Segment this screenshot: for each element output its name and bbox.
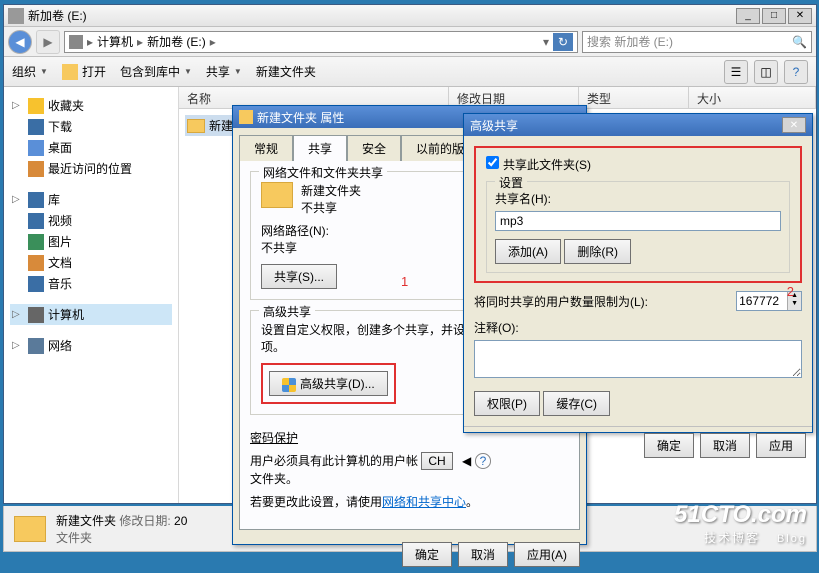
folder-icon bbox=[239, 110, 253, 124]
col-type[interactable]: 类型 bbox=[579, 87, 689, 108]
sidebar-desktop[interactable]: 桌面 bbox=[10, 137, 172, 158]
ch-button[interactable]: CH bbox=[421, 452, 452, 470]
dialog-title: 高级共享 bbox=[470, 117, 782, 134]
navbar: ◀ ▶ ▸ 计算机 ▸ 新加卷 (E:) ▸ ▾ ↻ 搜索 新加卷 (E:) 🔍 bbox=[4, 27, 816, 57]
cancel-button[interactable]: 取消 bbox=[458, 542, 508, 567]
sidebar-documents[interactable]: 文档 bbox=[10, 252, 172, 273]
download-icon bbox=[28, 119, 44, 135]
ok-button[interactable]: 确定 bbox=[644, 433, 694, 458]
sidebar-downloads[interactable]: 下载 bbox=[10, 116, 172, 137]
favorites-icon bbox=[28, 98, 44, 114]
tab-sharing[interactable]: 共享 bbox=[293, 135, 347, 161]
sidebar-videos[interactable]: 视频 bbox=[10, 210, 172, 231]
remove-button[interactable]: 删除(R) bbox=[564, 239, 631, 264]
music-icon bbox=[28, 276, 44, 292]
maximize-button[interactable]: □ bbox=[762, 8, 786, 24]
sidebar: ▷收藏夹 下载 桌面 最近访问的位置 ▷库 视频 图片 文档 音乐 ▷计算机 ▷… bbox=[4, 87, 179, 503]
picture-icon bbox=[28, 234, 44, 250]
apply-button[interactable]: 应用(A) bbox=[514, 542, 580, 567]
permissions-button[interactable]: 权限(P) bbox=[474, 391, 540, 416]
search-placeholder: 搜索 新加卷 (E:) bbox=[587, 33, 673, 50]
tab-security[interactable]: 安全 bbox=[347, 135, 401, 161]
computer-icon bbox=[28, 307, 44, 323]
sidebar-network[interactable]: ▷网络 bbox=[10, 335, 172, 356]
status-name: 新建文件夹 bbox=[56, 514, 116, 528]
share-name: 新建文件夹 bbox=[301, 182, 361, 199]
folder-icon bbox=[14, 516, 46, 542]
cancel-button[interactable]: 取消 bbox=[700, 433, 750, 458]
open-button[interactable]: 打开 bbox=[62, 63, 106, 80]
advanced-share-button[interactable]: 高级共享(D)... bbox=[269, 371, 388, 396]
include-button[interactable]: 包含到库中▼ bbox=[120, 63, 192, 80]
share-button[interactable]: 共享▼ bbox=[206, 63, 242, 80]
advanced-sharing-dialog: 高级共享 ✕ 共享此文件夹(S) 设置 共享名(H): 添加(A) 删除(R) … bbox=[463, 113, 813, 433]
toolbar: 组织▼ 打开 包含到库中▼ 共享▼ 新建文件夹 ☰ ◫ ? bbox=[4, 57, 816, 87]
share-checkbox-row[interactable]: 共享此文件夹(S) bbox=[486, 158, 591, 172]
sharename-label: 共享名(H): bbox=[495, 190, 781, 207]
view-button[interactable]: ☰ bbox=[724, 60, 748, 84]
highlighted-region: 共享此文件夹(S) 设置 共享名(H): 添加(A) 删除(R) 2 bbox=[474, 146, 802, 283]
ok-button[interactable]: 确定 bbox=[402, 542, 452, 567]
organize-button[interactable]: 组织▼ bbox=[12, 63, 48, 80]
cache-button[interactable]: 缓存(C) bbox=[543, 391, 610, 416]
drive-icon bbox=[69, 35, 83, 49]
desktop-icon bbox=[28, 140, 44, 156]
shield-icon bbox=[282, 378, 296, 392]
help-button[interactable]: ? bbox=[784, 60, 808, 84]
folder-icon bbox=[261, 182, 293, 208]
watermark: 51CTO.com 技术博客 Blog bbox=[674, 501, 807, 546]
search-icon[interactable]: 🔍 bbox=[792, 35, 807, 49]
titlebar: 新加卷 (E:) _ □ ✕ bbox=[4, 5, 816, 27]
comment-input[interactable] bbox=[474, 340, 802, 378]
status-type: 文件夹 bbox=[56, 529, 187, 546]
annotation-2: 2 bbox=[787, 284, 794, 299]
dialog-title: 新建文件夹 属性 bbox=[257, 109, 344, 126]
document-icon bbox=[28, 255, 44, 271]
recent-icon bbox=[28, 161, 44, 177]
dialog-buttons: 确定 取消 应用(A) bbox=[233, 536, 586, 573]
spin-down[interactable]: ▼ bbox=[788, 300, 801, 308]
close-button[interactable]: ✕ bbox=[788, 8, 812, 24]
drive-icon bbox=[8, 8, 24, 24]
search-input[interactable]: 搜索 新加卷 (E:) 🔍 bbox=[582, 31, 812, 53]
close-button[interactable]: ✕ bbox=[782, 117, 806, 133]
newfolder-button[interactable]: 新建文件夹 bbox=[256, 63, 316, 80]
sidebar-favorites[interactable]: ▷收藏夹 bbox=[10, 95, 172, 116]
window-title: 新加卷 (E:) bbox=[28, 7, 736, 24]
user-limit-label: 将同时共享的用户数量限制为(L): bbox=[474, 293, 728, 310]
forward-button[interactable]: ▶ bbox=[36, 30, 60, 54]
refresh-button[interactable]: ↻ bbox=[553, 33, 573, 51]
folder-icon bbox=[62, 64, 78, 80]
sidebar-music[interactable]: 音乐 bbox=[10, 273, 172, 294]
sidebar-libraries[interactable]: ▷库 bbox=[10, 189, 172, 210]
share-folder-checkbox[interactable] bbox=[486, 156, 499, 169]
back-button[interactable]: ◀ bbox=[8, 30, 32, 54]
library-icon bbox=[28, 192, 44, 208]
sharename-input[interactable] bbox=[495, 211, 781, 231]
add-button[interactable]: 添加(A) bbox=[495, 239, 561, 264]
comment-label: 注释(O): bbox=[474, 319, 802, 336]
dialog-titlebar[interactable]: 高级共享 ✕ bbox=[464, 114, 812, 136]
share-button[interactable]: 共享(S)... bbox=[261, 264, 337, 289]
sidebar-pictures[interactable]: 图片 bbox=[10, 231, 172, 252]
breadcrumb-drive[interactable]: 新加卷 (E:) bbox=[147, 33, 206, 50]
network-center-link[interactable]: 网络和共享中心 bbox=[382, 495, 466, 509]
annotation-1: 1 bbox=[401, 274, 408, 289]
tab-general[interactable]: 常规 bbox=[239, 135, 293, 161]
dialog-buttons: 确定 取消 应用 bbox=[464, 426, 812, 464]
minimize-button[interactable]: _ bbox=[736, 8, 760, 24]
user-limit-input[interactable] bbox=[737, 292, 787, 310]
apply-button[interactable]: 应用 bbox=[756, 433, 806, 458]
share-state: 不共享 bbox=[301, 199, 361, 216]
network-icon bbox=[28, 338, 44, 354]
sidebar-recent[interactable]: 最近访问的位置 bbox=[10, 158, 172, 179]
address-bar[interactable]: ▸ 计算机 ▸ 新加卷 (E:) ▸ ▾ ↻ bbox=[64, 31, 578, 53]
preview-button[interactable]: ◫ bbox=[754, 60, 778, 84]
col-size[interactable]: 大小 bbox=[689, 87, 816, 108]
video-icon bbox=[28, 213, 44, 229]
breadcrumb-computer[interactable]: 计算机 bbox=[97, 33, 133, 50]
folder-icon bbox=[187, 119, 205, 133]
sidebar-computer[interactable]: ▷计算机 bbox=[10, 304, 172, 325]
